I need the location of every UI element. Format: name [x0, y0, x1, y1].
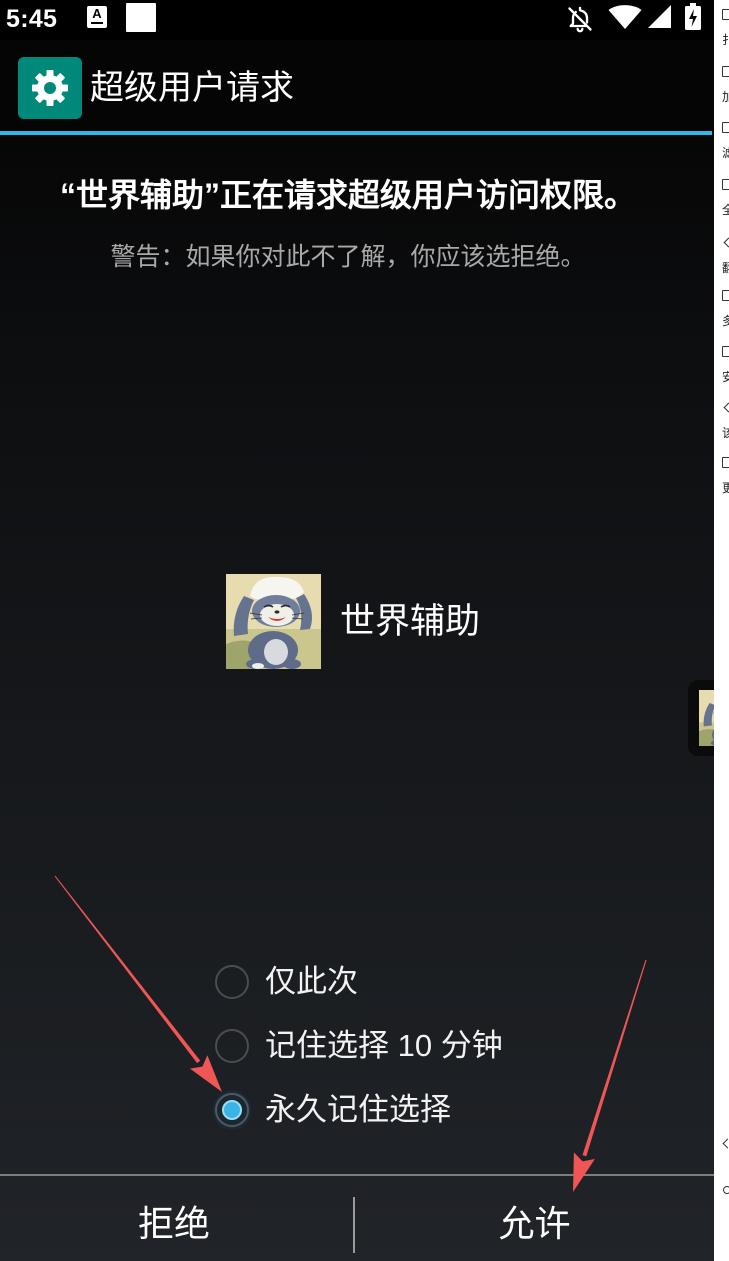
gear-icon: [18, 57, 82, 119]
box-icon: [722, 122, 729, 133]
wifi-icon: [608, 5, 642, 29]
radio-button[interactable]: [215, 965, 249, 999]
radio-label[interactable]: 记住选择 10 分钟: [265, 1026, 503, 1066]
box-icon: [722, 66, 729, 77]
radio-once[interactable]: 仅此次: [215, 962, 535, 1002]
radio-remember-10-minutes[interactable]: 记住选择 10 分钟: [215, 1026, 535, 1066]
box-icon: [722, 179, 729, 190]
a-text-icon-letter: A: [92, 6, 102, 21]
radio-button[interactable]: [215, 1029, 249, 1063]
action-bar: 拒绝 允许: [0, 1174, 714, 1261]
side-panel-label: 该: [722, 426, 729, 440]
side-panel-item[interactable]: 扌: [714, 9, 729, 49]
radio-label[interactable]: 永久记住选择: [265, 1090, 451, 1130]
request-heading: “世界辅助”正在请求超级用户访问权限。: [59, 177, 636, 213]
side-panel-label: 滤: [722, 146, 729, 160]
side-panel-label: 扌: [722, 33, 729, 47]
side-panel-item[interactable]: 安: [714, 346, 729, 386]
side-panel-item[interactable]: 更: [714, 457, 729, 497]
side-panel-item[interactable]: 多: [714, 290, 729, 330]
header-divider: [0, 131, 712, 135]
deny-button[interactable]: 拒绝: [0, 1176, 348, 1261]
bell-off-icon: [568, 6, 592, 33]
allow-button[interactable]: 允许: [355, 1176, 714, 1261]
status-time: 5:45: [6, 5, 58, 33]
box-icon: [722, 346, 729, 357]
a-text-icon: A: [87, 6, 107, 28]
side-panel-label: 全: [722, 203, 729, 217]
box-icon: [722, 290, 729, 301]
cartoon-cat-thumbnail-icon: [699, 690, 714, 746]
box-icon: [722, 9, 729, 20]
battery-charging-icon: [685, 3, 701, 30]
side-panel-label: 更: [722, 481, 729, 495]
side-panel-label: 加: [722, 90, 729, 104]
box-icon: [722, 457, 729, 468]
side-panel-item[interactable]: 全: [714, 179, 729, 219]
radio-remember-forever[interactable]: 永久记住选择: [215, 1090, 535, 1130]
side-panel-label: 多: [722, 314, 729, 328]
superuser-request-screen: 5:45 A 超级用户请求 “世界辅助”正在请求超级用户访问权限。 警告：如果你…: [0, 0, 714, 1261]
chevron-icon: [722, 237, 729, 248]
side-panel-item[interactable]: 滤: [714, 122, 729, 162]
chevron-icon: [722, 402, 729, 413]
nav-back-icon[interactable]: [722, 1138, 729, 1149]
side-panel-item[interactable]: 该: [714, 402, 729, 442]
radio-button[interactable]: [215, 1093, 249, 1127]
dialog-header: 超级用户请求: [0, 40, 714, 131]
signal-icon: [648, 5, 671, 28]
white-square-icon: [126, 3, 156, 32]
side-panel-label: 安: [722, 370, 729, 384]
cartoon-cat-app-icon: [226, 574, 321, 669]
side-panel: 扌 加 滤 全 翻 多 安 该 更: [714, 0, 729, 1261]
requesting-app-name: 世界辅助: [340, 602, 481, 641]
status-bar: 5:45 A: [0, 0, 714, 40]
side-panel-item[interactable]: 翻: [714, 237, 729, 277]
dialog-title: 超级用户请求: [90, 69, 294, 107]
floating-window[interactable]: [688, 680, 714, 756]
side-panel-item[interactable]: 加: [714, 66, 729, 106]
radio-label[interactable]: 仅此次: [265, 962, 358, 1002]
nav-home-icon[interactable]: [723, 1186, 729, 1194]
request-warning: 警告：如果你对此不了解，你应该选拒绝。: [110, 243, 586, 271]
side-panel-label: 翻: [722, 261, 729, 275]
remember-choice-group: 仅此次 记住选择 10 分钟 永久记住选择: [215, 962, 535, 1135]
